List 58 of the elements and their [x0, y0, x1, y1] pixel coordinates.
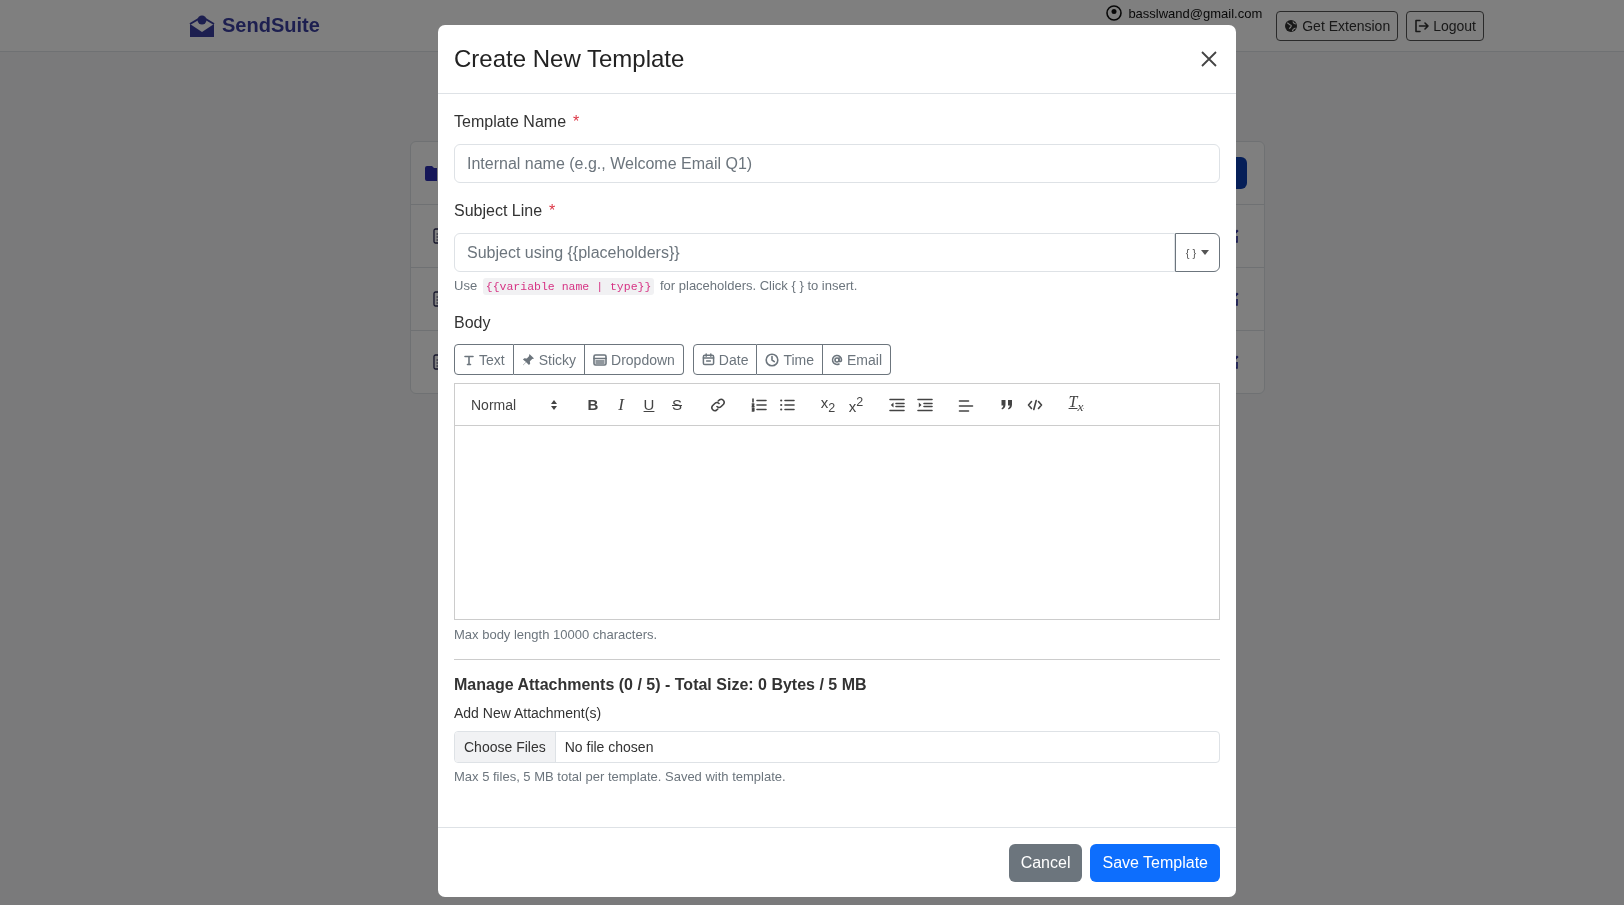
- dialog-title: Create New Template: [454, 45, 685, 73]
- help-text: Use {{variable name | type}} for placeholders. Click { } to insert.: [454, 278, 859, 293]
- email-insert-button[interactable]: Email: [823, 344, 892, 375]
- help-text: Max body length 10000 characters.: [454, 627, 659, 642]
- globe-icon: [1284, 18, 1299, 33]
- link-icon: [710, 396, 726, 413]
- extension-button[interactable]: Get Extension: [1276, 10, 1399, 41]
- user-icon: [1106, 5, 1123, 21]
- time-insert-button[interactable]: Time: [757, 344, 824, 375]
- sort-arrows-icon: [550, 398, 558, 411]
- logout-button[interactable]: Logout: [1406, 10, 1484, 41]
- placeholder-button[interactable]: { }: [1175, 233, 1220, 272]
- dropdown-insert-button[interactable]: Dropdown: [585, 344, 684, 375]
- list-box-icon: [593, 353, 608, 366]
- clean-button[interactable]: T$_{x}$: [1062, 392, 1090, 417]
- calendar-icon: [701, 353, 715, 366]
- bullet-list-icon: [779, 396, 795, 413]
- required-mark: *: [573, 113, 580, 131]
- outdent-icon: [889, 396, 905, 413]
- save-button[interactable]: Save Template: [1090, 843, 1220, 882]
- envelope-person-icon: [189, 13, 215, 38]
- input-field[interactable]: Subject using {{placeholders}}: [454, 233, 1175, 272]
- field-label: Add New Attachment(s): [454, 705, 603, 721]
- pin-icon: [521, 353, 535, 366]
- superscript-button[interactable]: x$^{2}$: [842, 392, 870, 417]
- file-input[interactable]: Choose Files No file chosen: [454, 731, 1220, 763]
- cancel-button[interactable]: Cancel: [1008, 843, 1083, 882]
- sticky-insert-button[interactable]: Sticky: [513, 344, 586, 375]
- italic-button[interactable]: I: [607, 392, 635, 417]
- close-icon: [1200, 50, 1218, 68]
- strike-button[interactable]: S: [663, 392, 691, 417]
- date-insert-button[interactable]: Date: [692, 344, 758, 375]
- bold-button[interactable]: B: [579, 392, 607, 417]
- logout-icon: [1414, 18, 1430, 33]
- choose-files-button[interactable]: Choose Files: [455, 732, 556, 762]
- user-email: basslwand@gmail.com: [1128, 5, 1263, 21]
- section-heading: Manage Attachments (0 / 5) - Total Size: 0 Bytes / 5 MB: [454, 676, 868, 694]
- field-label: Subject Line: [454, 202, 543, 220]
- folder-icon: [425, 165, 437, 181]
- subscript-button[interactable]: x$_{2}$: [814, 392, 842, 417]
- type-icon: [463, 353, 475, 366]
- at-sign-icon: [831, 353, 844, 366]
- indent-icon: [917, 396, 933, 413]
- quote-icon: [1000, 397, 1014, 412]
- file-status: No file chosen: [563, 739, 654, 755]
- clock-icon: [765, 352, 780, 367]
- code-icon: [1027, 397, 1043, 412]
- caret-icon: [1201, 250, 1210, 255]
- help-text: Max 5 files, 5 MB total per template. Saved with template.: [454, 769, 787, 784]
- format-select[interactable]: Normal: [463, 396, 566, 413]
- required-mark: *: [549, 202, 556, 220]
- numbered-list-icon: [751, 396, 767, 413]
- field-label: Template Name: [454, 113, 567, 131]
- underline-button[interactable]: U: [635, 392, 663, 417]
- text-insert-button[interactable]: Text: [454, 344, 514, 375]
- field-label: Body: [454, 314, 492, 332]
- input-field[interactable]: Internal name (e.g., Welcome Email Q1): [454, 144, 1220, 183]
- brand-name[interactable]: SendSuite: [222, 14, 320, 37]
